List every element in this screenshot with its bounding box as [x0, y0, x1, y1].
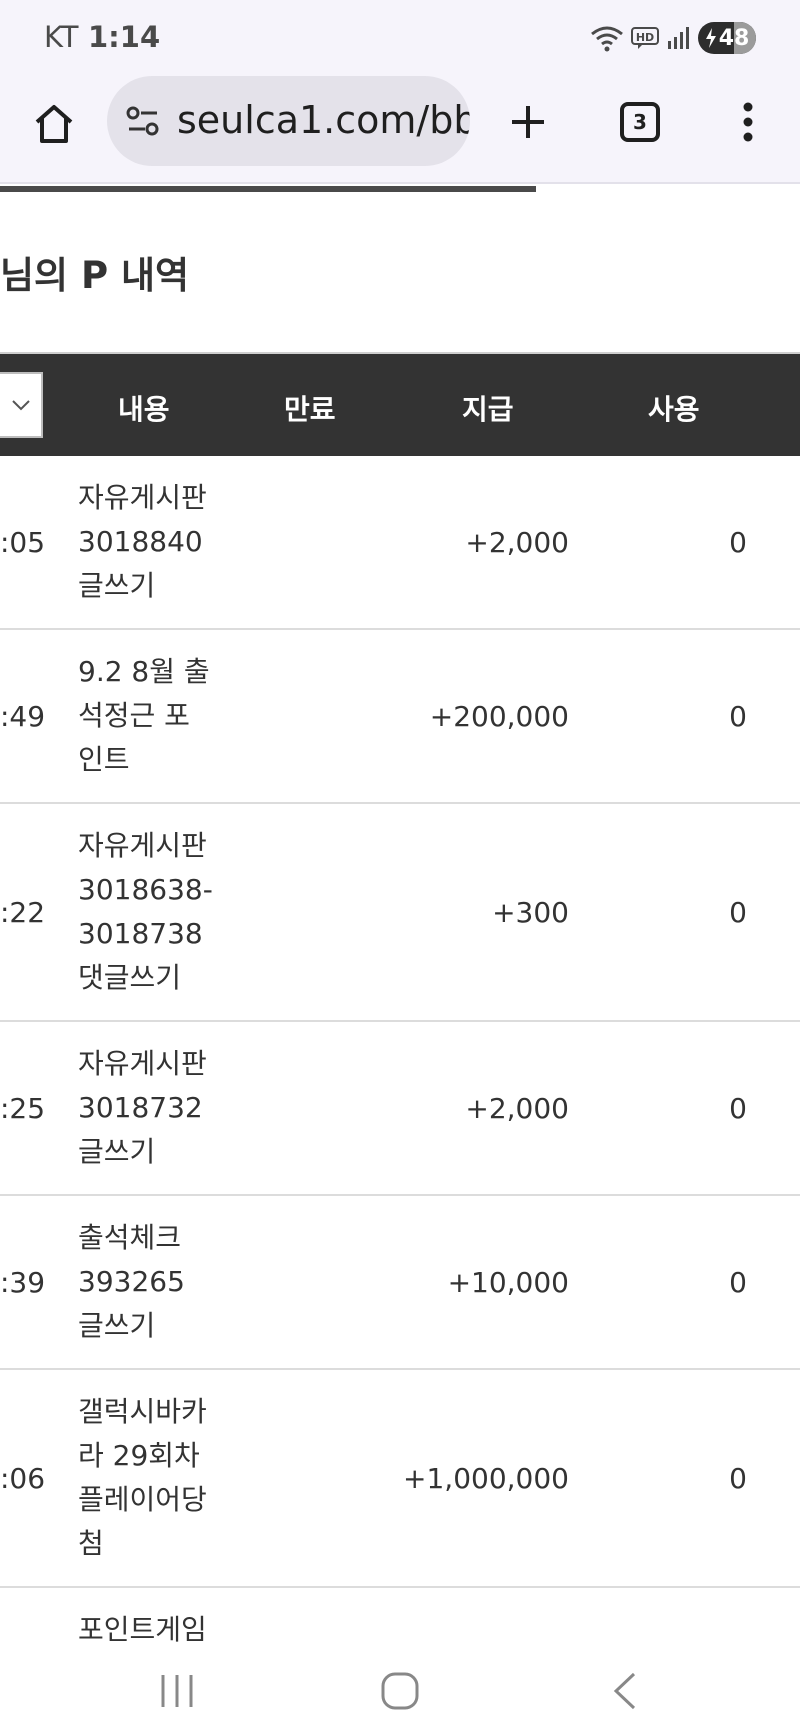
row-content-line: 3018638-	[78, 873, 213, 906]
row-use-amount: 0	[729, 526, 747, 559]
back-arrow-icon	[613, 1672, 636, 1710]
row-content-line: 3018732	[78, 1091, 203, 1124]
table-row: :22 자유게시판 3018638- 3018738 댓글쓰기 +300 0	[0, 804, 800, 1022]
row-content-line: 자유게시판	[78, 1047, 207, 1080]
new-tab-button[interactable]	[502, 96, 554, 148]
header-content: 내용	[118, 393, 170, 426]
status-icons: HD 48	[590, 20, 756, 56]
row-use-amount: 0	[729, 896, 747, 929]
table-row: :05 자유게시판 3018840 글쓰기 +2,000 0	[0, 456, 800, 630]
table-header: 내용 만료 지급 사용	[0, 352, 800, 456]
battery-level: 48	[718, 25, 750, 51]
row-pay-amount: +2,000	[465, 526, 569, 559]
row-content-line: 출석체크	[78, 1221, 182, 1254]
header-expire: 만료	[284, 393, 336, 426]
clock: 1:14	[88, 20, 161, 54]
row-content-line: 393265	[78, 1265, 185, 1298]
wifi-icon	[590, 24, 624, 52]
row-use-amount: 0	[729, 1266, 747, 1299]
site-settings-icon[interactable]	[125, 104, 161, 142]
row-use-amount: 0	[729, 700, 747, 733]
carrier-label: KT	[44, 20, 79, 54]
header-use: 사용	[648, 393, 700, 426]
row-content: 자유게시판 3018732 글쓰기	[78, 1042, 218, 1174]
row-content-line: 댓글쓰기	[78, 961, 182, 994]
more-menu-button[interactable]	[730, 96, 766, 148]
row-content-line: 3018738	[78, 917, 203, 950]
row-content-line: 9.2 8월 출	[78, 655, 210, 688]
back-button[interactable]	[595, 1666, 655, 1716]
header-pay: 지급	[462, 393, 514, 426]
row-content-line: 갤럭시바카	[78, 1395, 207, 1428]
signal-icon	[666, 25, 692, 51]
row-content: 출석체크 393265 글쓰기	[78, 1216, 218, 1348]
svg-text:HD: HD	[636, 31, 654, 44]
row-content-line: 글쓰기	[78, 569, 156, 602]
home-nav-button[interactable]	[370, 1666, 430, 1716]
status-bar: KT 1:14 HD 48	[0, 0, 800, 76]
row-pay-amount: +1,000,000	[403, 1462, 569, 1495]
system-nav-bar	[0, 1644, 800, 1734]
row-content-line: 플레이어당	[78, 1483, 207, 1516]
plus-icon	[512, 106, 544, 138]
address-bar[interactable]: seulca1.com/bbs	[107, 76, 470, 166]
row-time: :22	[0, 896, 46, 929]
row-pay-amount: +2,000	[465, 1092, 569, 1125]
home-circle-icon	[381, 1672, 419, 1710]
row-content-line: 석정근 포	[78, 699, 190, 732]
row-use-amount: 0	[729, 1092, 747, 1125]
url-text[interactable]: seulca1.com/bbs	[177, 98, 470, 142]
chevron-down-icon	[11, 400, 30, 411]
row-content-line: 3018840	[78, 525, 203, 558]
row-content-line: 자유게시판	[78, 829, 207, 862]
page-title: 님의 P 내역	[0, 254, 190, 297]
row-content-line: 글쓰기	[78, 1309, 156, 1342]
row-content-line: 인트	[78, 743, 130, 776]
charging-icon	[705, 28, 717, 48]
table-row: :49 9.2 8월 출석정근 포인트 +200,000 0	[0, 630, 800, 804]
more-vert-icon	[743, 102, 753, 142]
row-content: 9.2 8월 출석정근 포인트	[78, 650, 218, 782]
table-row: :25 자유게시판 3018732 글쓰기 +2,000 0	[0, 1022, 800, 1196]
row-time: :06	[0, 1462, 46, 1495]
row-use-amount: 0	[729, 1462, 747, 1495]
row-time: :49	[0, 700, 46, 733]
table-row: :06 갤럭시바카라 29회차플레이어당첨 +1,000,000 0	[0, 1370, 800, 1588]
recent-apps-button[interactable]	[147, 1666, 207, 1716]
row-time: :39	[0, 1266, 46, 1299]
recents-icon	[161, 1675, 193, 1707]
row-time: :25	[0, 1092, 46, 1125]
row-pay-amount: +200,000	[429, 700, 569, 733]
page-load-progress	[0, 186, 536, 192]
hd-voice-icon: HD	[630, 25, 660, 51]
points-table-body: :05 자유게시판 3018840 글쓰기 +2,000 0 :49 9.2 8월 출석정근 …	[0, 456, 800, 1674]
row-time: :05	[0, 526, 46, 559]
row-content: 자유게시판 3018638- 3018738 댓글쓰기	[78, 824, 218, 1000]
date-filter-select[interactable]	[0, 372, 43, 438]
browser-toolbar: seulca1.com/bbs 3	[0, 76, 800, 184]
table-row: :39 출석체크 393265 글쓰기 +10,000 0	[0, 1196, 800, 1370]
row-content-line: 첨	[78, 1527, 104, 1560]
row-content-line: 글쓰기	[78, 1135, 156, 1168]
battery-indicator: 48	[698, 22, 756, 54]
row-content: 자유게시판 3018840 글쓰기	[78, 476, 218, 608]
home-button[interactable]	[28, 98, 80, 150]
row-pay-amount: +10,000	[447, 1266, 569, 1299]
tab-switcher-button[interactable]: 3	[620, 102, 660, 142]
row-content-line: 라 29회차	[78, 1439, 200, 1472]
row-pay-amount: +300	[492, 896, 569, 929]
row-content: 갤럭시바카라 29회차플레이어당첨	[78, 1390, 218, 1566]
home-icon	[35, 105, 73, 143]
screen: KT 1:14 HD 48 seulca1.com/bbs 3 님의 P 내역 …	[0, 0, 800, 1734]
row-content-line: 자유게시판	[78, 481, 207, 514]
